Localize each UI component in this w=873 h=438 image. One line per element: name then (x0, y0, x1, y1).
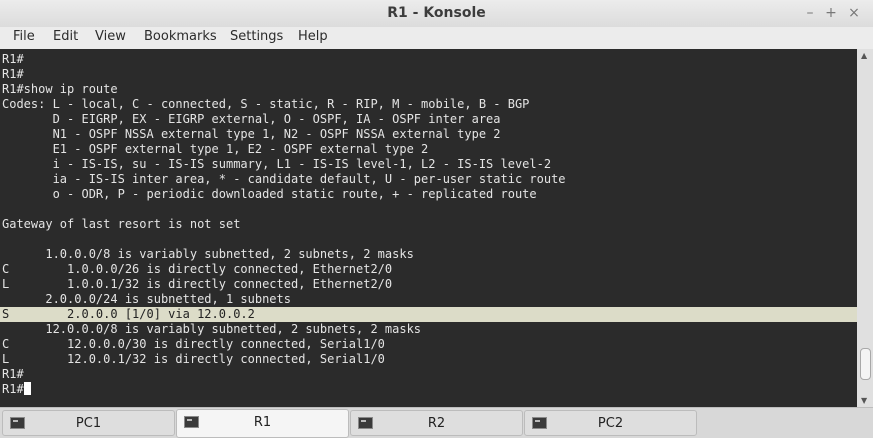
terminal-line-text: E1 - OSPF external type 1, E2 - OSPF ext… (2, 142, 429, 156)
terminal-line: R1# (2, 67, 857, 82)
terminal-line-text: R1# (2, 67, 24, 81)
terminal-line-text: R1# (2, 52, 24, 66)
konsole-window: R1 - Konsole – + × File Edit View Bookma… (0, 0, 873, 438)
menu-settings[interactable]: Settings (230, 29, 283, 44)
terminal-line-text: Codes: L - local, C - connected, S - sta… (2, 97, 530, 111)
tab-pc2[interactable]: PC2 (524, 410, 697, 436)
terminal-line-text: C 12.0.0.0/30 is directly connected, Ser… (2, 337, 385, 351)
maximize-icon[interactable]: + (822, 4, 840, 22)
menu-file[interactable]: File (13, 29, 35, 44)
terminal-lines: R1# R1# R1#show ip route Codes: L - local, … (0, 52, 857, 397)
tab-label: R1 (253, 415, 272, 430)
menu-edit[interactable]: Edit (53, 29, 78, 44)
terminal-line-text: L 12.0.0.1/32 is directly connected, Ser… (2, 352, 385, 366)
terminal-line: R1# (2, 52, 857, 67)
terminal-line: D - EIGRP, EX - EIGRP external, O - OSPF… (2, 112, 857, 127)
terminal-line-text: D - EIGRP, EX - EIGRP external, O - OSPF… (2, 112, 501, 126)
terminal-line: R1# (2, 382, 857, 397)
tab-label: PC2 (597, 416, 624, 431)
terminal-line: C 12.0.0.0/30 is directly connected, Ser… (2, 337, 857, 352)
terminal-line-text: S 2.0.0.0 [1/0] via 12.0.0.2 (2, 307, 255, 321)
terminal-line-text: o - ODR, P - periodic downloaded static … (2, 187, 537, 201)
close-icon[interactable]: × (845, 4, 863, 22)
terminal-output[interactable]: R1# R1# R1#show ip route Codes: L - local, … (0, 49, 857, 407)
terminal-line: C 1.0.0.0/26 is directly connected, Ethe… (2, 262, 857, 277)
menu-bookmarks[interactable]: Bookmarks (144, 29, 217, 44)
scroll-down-icon[interactable]: ▼ (861, 396, 867, 405)
terminal-line: 12.0.0.0/8 is variably subnetted, 2 subn… (2, 322, 857, 337)
terminal-line-text: N1 - OSPF NSSA external type 1, N2 - OSP… (2, 127, 501, 141)
terminal-line: 2.0.0.0/24 is subnetted, 1 subnets (2, 292, 857, 307)
menu-bar: File Edit View Bookmarks Settings Help (0, 27, 873, 49)
terminal-line-text: 2.0.0.0/24 is subnetted, 1 subnets (2, 292, 291, 306)
scroll-up-icon[interactable]: ▲ (861, 51, 867, 60)
menu-help[interactable]: Help (298, 29, 328, 44)
tab-r1[interactable]: R1 (176, 409, 349, 438)
terminal-line: ia - IS-IS inter area, * - candidate def… (2, 172, 857, 187)
window-title: R1 - Konsole (387, 5, 486, 21)
title-bar[interactable]: R1 - Konsole – + × (0, 0, 873, 28)
terminal-line-text: 12.0.0.0/8 is variably subnetted, 2 subn… (2, 322, 422, 336)
terminal-line: Gateway of last resort is not set (2, 217, 857, 232)
terminal-line: R1#show ip route (2, 82, 857, 97)
tab-label: PC1 (75, 416, 102, 431)
terminal-line: 1.0.0.0/8 is variably subnetted, 2 subne… (2, 247, 857, 262)
menu-view[interactable]: View (95, 29, 126, 44)
terminal-line-text: ia - IS-IS inter area, * - candidate def… (2, 172, 566, 186)
terminal-line: N1 - OSPF NSSA external type 1, N2 - OSP… (2, 127, 857, 142)
terminal-line: L 12.0.0.1/32 is directly connected, Ser… (2, 352, 857, 367)
terminal-cursor (23, 382, 31, 395)
minimize-icon[interactable]: – (801, 4, 819, 22)
terminal-line-text: L 1.0.0.1/32 is directly connected, Ethe… (2, 277, 393, 291)
tab-pc1[interactable]: PC1 (2, 410, 175, 436)
terminal-line-text: R1#show ip route (2, 82, 118, 96)
terminal-line-text: C 1.0.0.0/26 is directly connected, Ethe… (2, 262, 393, 276)
terminal-line: L 1.0.0.1/32 is directly connected, Ethe… (2, 277, 857, 292)
selected-terminal-line: S 2.0.0.0 [1/0] via 12.0.0.2 (0, 307, 857, 322)
tab-r2[interactable]: R2 (350, 410, 523, 436)
tab-label: R2 (427, 416, 446, 431)
terminal-line: i - IS-IS, su - IS-IS summary, L1 - IS-I… (2, 157, 857, 172)
terminal-line-text: R1# (2, 367, 24, 381)
terminal-line: o - ODR, P - periodic downloaded static … (2, 187, 857, 202)
terminal-line: R1# (2, 367, 857, 382)
session-tab-bar: PC1 R1 R2 PC2 (0, 407, 873, 438)
terminal-line-text: i - IS-IS, su - IS-IS summary, L1 - IS-I… (2, 157, 552, 171)
terminal-line: E1 - OSPF external type 1, E2 - OSPF ext… (2, 142, 857, 157)
terminal-line-text: Gateway of last resort is not set (2, 217, 241, 231)
terminal-line-text: 1.0.0.0/8 is variably subnetted, 2 subne… (2, 247, 414, 261)
terminal-line: Codes: L - local, C - connected, S - sta… (2, 97, 857, 112)
scrollbar-thumb[interactable] (860, 348, 871, 380)
vertical-scrollbar[interactable]: ▲ ▼ (857, 49, 873, 407)
terminal-line-text: R1# (2, 382, 24, 396)
